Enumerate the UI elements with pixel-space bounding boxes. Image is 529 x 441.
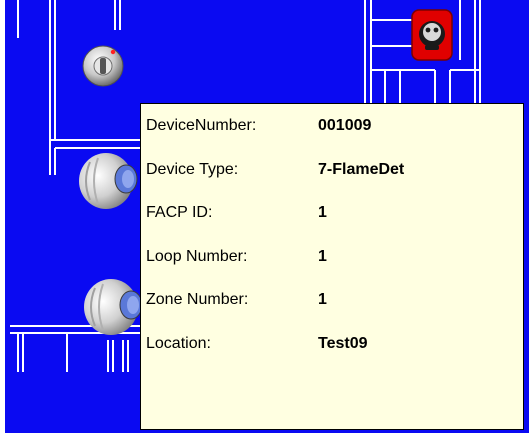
screen: DeviceNumber: 001009 Device Type: 7-Flam… xyxy=(0,0,529,441)
smoke-detector-icon[interactable] xyxy=(81,44,125,88)
device-number-label: DeviceNumber: xyxy=(146,117,257,134)
device-type-row: Device Type: 7-FlameDet xyxy=(146,155,404,185)
device-type-label: Device Type: xyxy=(146,161,239,178)
loop-number-value: 1 xyxy=(318,248,327,265)
zone-number-label: Zone Number: xyxy=(146,291,249,308)
loop-number-label: Loop Number: xyxy=(146,248,248,265)
flame-detector-icon[interactable] xyxy=(410,8,454,62)
device-number-value: 001009 xyxy=(318,117,372,134)
facp-id-value: 1 xyxy=(318,204,327,221)
device-type-value: 7-FlameDet xyxy=(318,161,405,178)
loop-number-row: Loop Number: 1 xyxy=(146,242,327,272)
device-info-tooltip: DeviceNumber: 001009 Device Type: 7-Flam… xyxy=(140,103,524,430)
facp-id-label: FACP ID: xyxy=(146,204,213,221)
zone-number-value: 1 xyxy=(318,291,327,308)
speaker-horn-icon-1[interactable] xyxy=(76,148,140,212)
zone-number-row: Zone Number: 1 xyxy=(146,285,327,315)
facp-id-row: FACP ID: 1 xyxy=(146,198,327,228)
speaker-horn-icon-2[interactable] xyxy=(81,274,145,338)
location-row: Location: Test09 xyxy=(146,329,368,359)
location-value: Test09 xyxy=(318,335,368,352)
location-label: Location: xyxy=(146,335,211,352)
device-number-row: DeviceNumber: 001009 xyxy=(146,111,371,141)
